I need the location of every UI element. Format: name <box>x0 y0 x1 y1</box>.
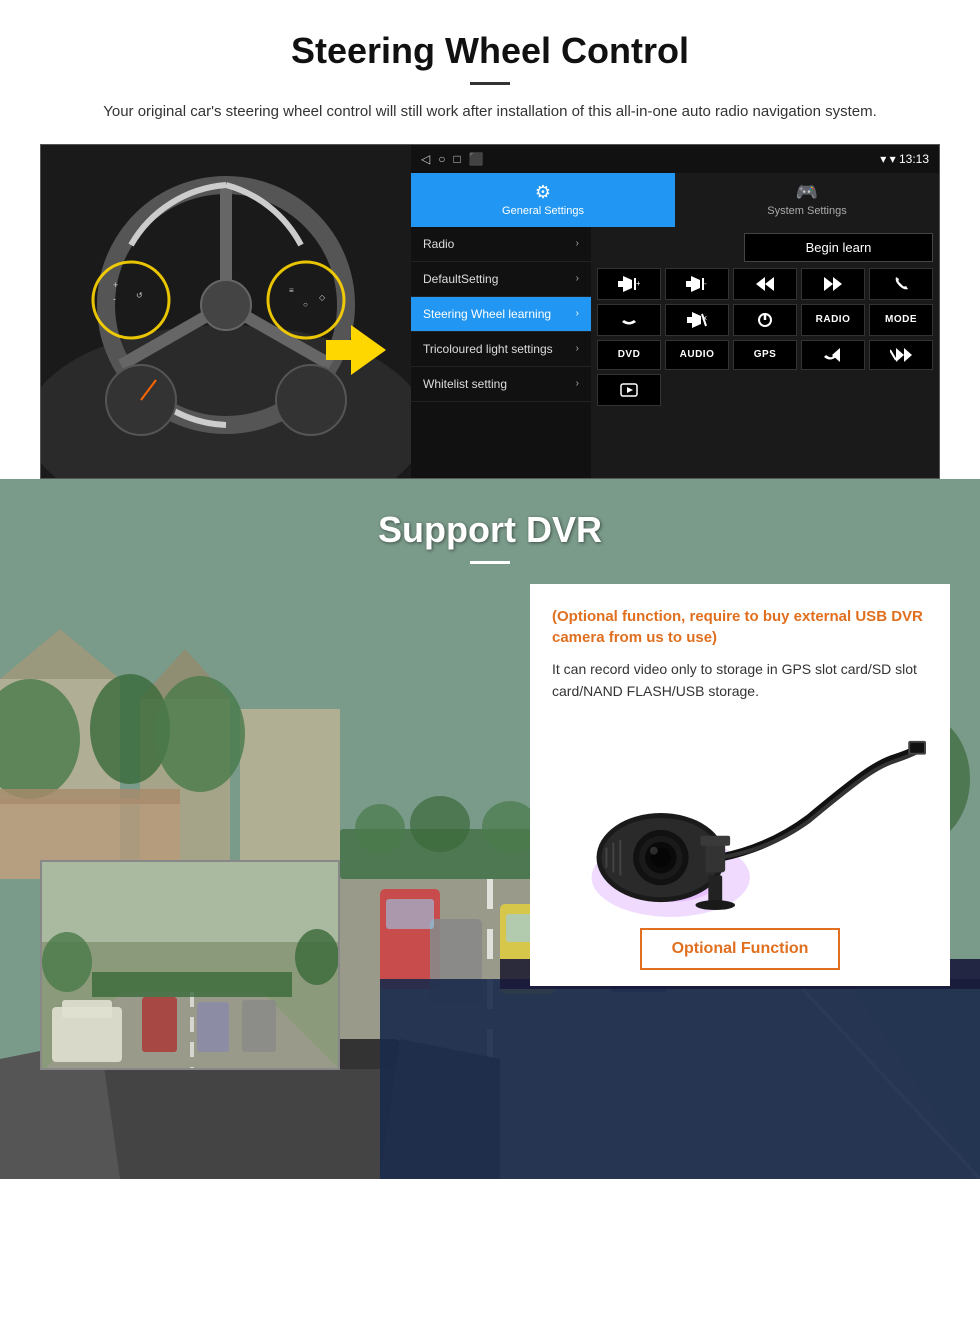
tab-system-settings[interactable]: 🎮 System Settings <box>675 173 939 227</box>
ctrl-cut-next[interactable] <box>869 340 933 370</box>
recents-icon: □ <box>453 152 460 166</box>
tab-system-label: System Settings <box>767 205 846 217</box>
svg-text:↺: ↺ <box>136 291 143 300</box>
svg-text:+: + <box>636 279 640 288</box>
menu-arrow-default: › <box>576 273 579 284</box>
status-time: ▾ ▾ 13:13 <box>880 152 929 166</box>
ui-mockup: + - ↺ ≡ ○ ◇ ◁ ○ □ ⬛ <box>40 144 940 479</box>
clock: 13:13 <box>899 152 929 166</box>
status-icons: ◁ ○ □ ⬛ <box>421 152 484 166</box>
steering-wheel-image: + - ↺ ≡ ○ ◇ <box>41 145 411 479</box>
right-panel: Begin learn + - <box>591 227 939 478</box>
ctrl-media[interactable] <box>597 374 661 406</box>
dvr-info-card: (Optional function, require to buy exter… <box>530 584 950 987</box>
dvr-preview-box <box>40 860 340 1070</box>
dvr-title: Support DVR <box>0 509 980 551</box>
svg-text:≡: ≡ <box>289 286 294 295</box>
dvr-content: Support DVR <box>0 479 980 1070</box>
wifi-icon: ▾ <box>890 152 899 166</box>
android-screen: ◁ ○ □ ⬛ ▾ ▾ 13:13 ⚙ General Settings <box>411 145 939 478</box>
svg-text:-: - <box>704 279 707 288</box>
ctrl-next[interactable] <box>801 268 865 300</box>
status-bar: ◁ ○ □ ⬛ ▾ ▾ 13:13 <box>411 145 939 173</box>
menu-item-radio[interactable]: Radio › <box>411 227 591 262</box>
dvr-divider <box>470 561 510 564</box>
menu-arrow-radio: › <box>576 238 579 249</box>
menu-item-tricolour[interactable]: Tricoloured light settings › <box>411 332 591 367</box>
dvr-camera-illustration <box>552 718 928 918</box>
dvr-section: Support DVR <box>0 479 980 1179</box>
ctrl-gps[interactable]: GPS <box>733 340 797 370</box>
back-icon: ◁ <box>421 152 430 166</box>
ctrl-dvd[interactable]: DVD <box>597 340 661 370</box>
begin-learn-row: Begin learn <box>597 233 933 262</box>
ctrl-mute[interactable]: × <box>665 304 729 336</box>
menu-tricolour-label: Tricoloured light settings <box>423 342 553 356</box>
dvr-left-panel <box>30 584 510 1070</box>
svg-text:◇: ◇ <box>319 293 326 302</box>
svg-text:-: - <box>113 294 116 304</box>
content-area: Radio › DefaultSetting › Steering Wheel … <box>411 227 939 478</box>
dvr-optional-text: (Optional function, require to buy exter… <box>552 606 928 648</box>
ctrl-call[interactable] <box>869 268 933 300</box>
tab-bar: ⚙ General Settings 🎮 System Settings <box>411 173 939 227</box>
menu-default-label: DefaultSetting <box>423 272 498 286</box>
tab-general-label: General Settings <box>502 205 584 217</box>
control-grid: + - <box>597 268 933 406</box>
steering-wheel-section: Steering Wheel Control Your original car… <box>0 0 980 479</box>
tab-general-settings[interactable]: ⚙ General Settings <box>411 173 675 227</box>
ctrl-vol-up[interactable]: + <box>597 268 661 300</box>
optional-function-button[interactable]: Optional Function <box>640 928 841 970</box>
menu-steering-label: Steering Wheel learning <box>423 307 551 321</box>
home-icon: ○ <box>438 152 445 166</box>
left-menu: Radio › DefaultSetting › Steering Wheel … <box>411 227 591 478</box>
menu-radio-label: Radio <box>423 237 454 251</box>
menu-whitelist-label: Whitelist setting <box>423 377 507 391</box>
ctrl-radio[interactable]: RADIO <box>801 304 865 336</box>
title-divider <box>470 82 510 85</box>
screenshot-icon: ⬛ <box>469 152 484 166</box>
menu-arrow-tricolour: › <box>576 343 579 354</box>
ctrl-call-prev[interactable] <box>801 340 865 370</box>
menu-item-default[interactable]: DefaultSetting › <box>411 262 591 297</box>
system-icon: 🎮 <box>796 182 818 203</box>
gear-icon: ⚙ <box>535 182 551 203</box>
dvr-desc-text: It can record video only to storage in G… <box>552 658 928 703</box>
dvr-right-panel: (Optional function, require to buy exter… <box>530 584 950 987</box>
ctrl-audio[interactable]: AUDIO <box>665 340 729 370</box>
svg-text:○: ○ <box>303 300 308 309</box>
menu-item-whitelist[interactable]: Whitelist setting › <box>411 367 591 402</box>
menu-arrow-whitelist: › <box>576 378 579 389</box>
svg-text:+: + <box>113 280 118 290</box>
ctrl-hangup[interactable] <box>597 304 661 336</box>
page-title: Steering Wheel Control <box>40 30 940 72</box>
ctrl-mode[interactable]: MODE <box>869 304 933 336</box>
menu-item-steering[interactable]: Steering Wheel learning › <box>411 297 591 332</box>
ctrl-power[interactable] <box>733 304 797 336</box>
begin-learn-button[interactable]: Begin learn <box>744 233 933 262</box>
subtitle-text: Your original car's steering wheel contr… <box>80 101 900 124</box>
dvr-layout: (Optional function, require to buy exter… <box>0 584 980 1070</box>
ctrl-vol-down[interactable]: - <box>665 268 729 300</box>
ctrl-prev[interactable] <box>733 268 797 300</box>
menu-arrow-steering: › <box>576 308 579 319</box>
signal-icon: ▾ <box>880 152 889 166</box>
svg-text:×: × <box>702 313 707 323</box>
